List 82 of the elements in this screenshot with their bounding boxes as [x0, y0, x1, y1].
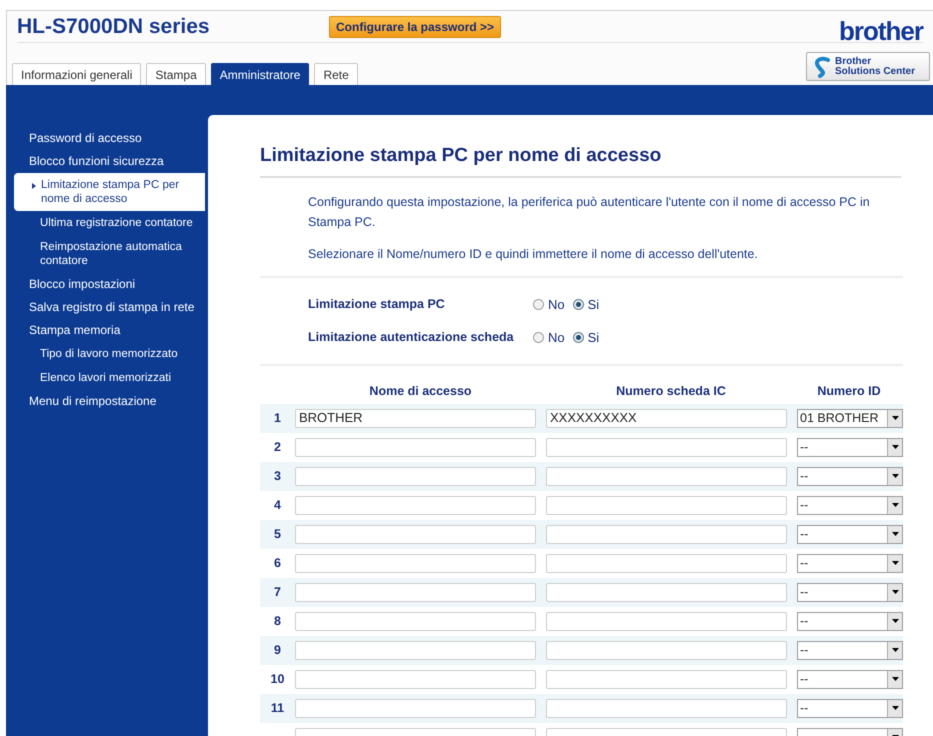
login-name-field[interactable]: BROTHER	[295, 408, 536, 428]
id-dropdown[interactable]: --	[797, 612, 903, 630]
nav-tab[interactable]: Rete	[314, 63, 358, 85]
sidebar-item[interactable]: Blocco funzioni sicurezza	[6, 150, 205, 173]
sidebar-item[interactable]: Blocco impostazioni	[6, 273, 205, 296]
nav-tab[interactable]: Informazioni generali	[12, 63, 142, 85]
setting-label: Limitazione stampa PC	[308, 296, 446, 313]
card-number-field[interactable]	[546, 554, 787, 572]
id-dropdown[interactable]: 01 BROTHER	[797, 408, 903, 428]
radio-button[interactable]	[533, 332, 544, 344]
radio-label: No	[548, 329, 565, 347]
column-header: Numero scheda IC	[615, 382, 727, 400]
row-number: 8	[274, 612, 281, 630]
login-name-field[interactable]	[295, 524, 536, 544]
button-label: Brother	[835, 56, 872, 66]
radio-button[interactable]	[572, 332, 584, 344]
radio-label: No	[548, 296, 565, 314]
card-number-field[interactable]	[546, 582, 787, 602]
column-header: Numero ID	[816, 382, 882, 400]
description-text: Configurando questa impostazione, la periferica può autenticare l'utente con il nome di accesso PC in Stampa PC.	[308, 194, 871, 231]
login-name-field[interactable]	[295, 698, 536, 718]
row-number: 7	[274, 584, 281, 601]
row-number: 3	[274, 468, 281, 485]
row-number: 1	[274, 410, 281, 427]
id-dropdown[interactable]: --	[797, 524, 903, 544]
id-dropdown[interactable]: --	[797, 670, 903, 688]
card-number-field[interactable]	[546, 438, 787, 456]
radio-label: Si	[588, 329, 600, 347]
radio-label: Si	[588, 296, 600, 314]
sidebar-item[interactable]: Password di accesso	[6, 127, 205, 150]
card-number-field[interactable]	[546, 698, 787, 718]
sidebar-item[interactable]: Stampa memoria	[6, 319, 205, 342]
row-number: 5	[274, 526, 281, 543]
nav-tab[interactable]: Amministratore	[210, 63, 310, 85]
sidebar-item[interactable]: Limitazione stampa PC per nome di accesso	[14, 173, 205, 211]
nav-tab[interactable]: Stampa	[146, 63, 206, 85]
id-dropdown[interactable]: --	[797, 640, 903, 660]
page-title: Limitazione stampa PC per nome di accesso	[260, 142, 901, 178]
radio-button[interactable]	[533, 298, 544, 310]
row-number: 6	[274, 554, 281, 572]
login-name-field[interactable]	[295, 466, 536, 486]
id-dropdown[interactable]: --	[797, 582, 903, 602]
row-number: 2	[274, 438, 281, 456]
login-name-field[interactable]	[295, 554, 536, 572]
brand-logo: brother	[839, 15, 923, 48]
login-name-field[interactable]	[295, 612, 536, 630]
card-number-field[interactable]	[546, 670, 787, 688]
description-text: Selezionare il Nome/numero ID e quindi immettere il nome di accesso dell'utente.	[308, 246, 759, 263]
card-number-field[interactable]	[546, 524, 787, 544]
login-name-field[interactable]	[295, 496, 536, 514]
login-name-field[interactable]	[295, 582, 536, 602]
card-number-field[interactable]	[546, 612, 787, 630]
id-dropdown[interactable]: --	[797, 496, 903, 514]
card-number-field[interactable]: XXXXXXXXXX	[546, 408, 787, 428]
column-header: Nome di accesso	[368, 382, 473, 400]
login-name-field[interactable]	[295, 640, 536, 660]
product-title: HL-S7000DN series	[17, 14, 211, 40]
id-dropdown[interactable]: --	[797, 466, 903, 486]
row-number: 9	[274, 642, 281, 659]
row-number: 10	[270, 670, 284, 688]
sidebar-item[interactable]: Elenco lavori memorizzati	[6, 366, 205, 390]
sidebar-item[interactable]: Reimpostazione automatica contatore	[6, 235, 205, 273]
configure-password-button[interactable]: Configurare la password >>	[329, 16, 502, 38]
row-number: 11	[270, 700, 284, 717]
sidebar-item[interactable]: Salva registro di stampa in rete	[6, 296, 205, 319]
button-label: Solutions Center	[835, 66, 916, 76]
radio-button[interactable]	[572, 298, 584, 310]
id-dropdown[interactable]: --	[797, 554, 903, 572]
sidebar-item[interactable]: Ultima registrazione contatore	[6, 211, 205, 235]
sidebar-item[interactable]: Tipo di lavoro memorizzato	[6, 342, 205, 366]
card-number-field[interactable]	[546, 496, 787, 514]
row-number: 4	[274, 496, 281, 514]
id-dropdown[interactable]: --	[797, 698, 903, 718]
login-name-field[interactable]	[295, 670, 536, 688]
card-number-field[interactable]	[546, 466, 787, 486]
sidebar-item[interactable]: Menu di reimpostazione	[6, 390, 205, 413]
login-name-field[interactable]	[295, 438, 536, 456]
id-dropdown[interactable]: --	[797, 438, 903, 456]
card-number-field[interactable]	[546, 640, 787, 660]
bullet-icon	[32, 183, 36, 189]
setting-label: Limitazione autenticazione scheda	[308, 329, 515, 346]
solutions-center-button[interactable]: Brother Solutions Center	[806, 52, 930, 81]
